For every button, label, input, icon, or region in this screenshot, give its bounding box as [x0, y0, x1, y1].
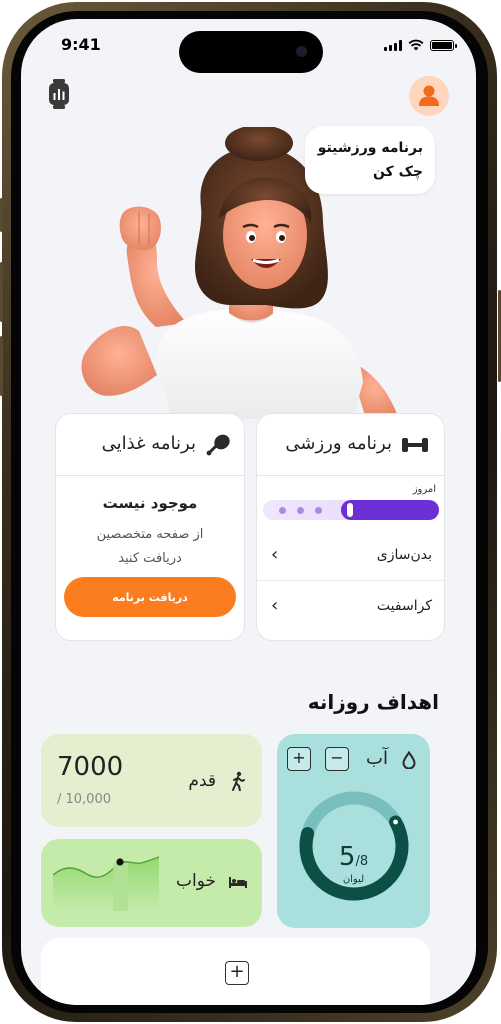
workout-card-title: برنامه ورزشی: [285, 433, 392, 454]
workout-item-label: کراسفیت: [376, 598, 432, 614]
chevron-left-icon: ‹: [271, 595, 279, 616]
user-icon: [419, 85, 439, 106]
sleep-label: خواب: [175, 871, 216, 891]
diet-status: موجود نیست: [102, 494, 198, 512]
water-label: آب: [366, 748, 388, 769]
workout-item-crossfit[interactable]: کراسفیت ‹: [257, 581, 444, 631]
water-current: 5: [338, 842, 356, 872]
get-plan-button[interactable]: دریافت برنامه: [64, 577, 236, 617]
slider-handle[interactable]: [347, 503, 353, 517]
water-total: /8: [355, 854, 369, 869]
chevron-left-icon: ‹: [271, 544, 279, 565]
sleep-chart: [53, 856, 159, 911]
add-goal-button[interactable]: +: [225, 961, 249, 985]
dynamic-island: [179, 31, 323, 73]
workout-item-label: بدن‌سازی: [376, 547, 432, 563]
diet-message-line1: از صفحه متخصصین: [96, 527, 204, 542]
water-minus-button[interactable]: −: [325, 747, 349, 771]
speech-line-2: چک کن: [372, 164, 423, 180]
water-card[interactable]: + − آب 5/8 لیوان: [277, 734, 430, 928]
daily-goals-title: اهداف روزانه: [307, 690, 439, 714]
workout-plan-card[interactable]: برنامه ورزشی امروز بدن‌سازی ‹ کراسفیت ‹: [256, 413, 445, 641]
diet-card-header: برنامه غذایی: [56, 414, 244, 476]
add-goal-card[interactable]: +: [41, 938, 430, 1005]
diet-message-line2: دریافت کنید: [118, 551, 182, 566]
water-plus-button[interactable]: +: [287, 747, 311, 771]
workout-card-header: برنامه ورزشی: [257, 414, 444, 476]
speech-line-1: برنامه ورزشیتو: [317, 140, 423, 156]
status-icons: [384, 39, 457, 51]
steps-goal: / 10,000: [57, 792, 111, 807]
side-button: [0, 198, 3, 232]
bed-icon: [229, 877, 247, 888]
today-progress-slider[interactable]: [263, 500, 439, 520]
water-unit: لیوان: [342, 874, 365, 885]
status-time: 9:41: [61, 35, 101, 54]
wifi-icon: [408, 39, 424, 51]
side-button: [0, 262, 3, 322]
steps-value: 7000: [57, 752, 124, 782]
signal-icon: [384, 39, 402, 51]
steps-label: قدم: [188, 771, 216, 791]
today-label: امروز: [412, 484, 436, 495]
smartwatch-icon[interactable]: [48, 79, 70, 113]
diet-card-title: برنامه غذایی: [101, 433, 196, 454]
sleep-card[interactable]: خواب: [41, 839, 262, 927]
walking-icon: [232, 771, 245, 791]
water-counter: 5/8: [277, 842, 430, 872]
diet-plan-card[interactable]: برنامه غذایی موجود نیست از صفحه متخصصین …: [55, 413, 245, 641]
dumbbell-icon: [402, 438, 428, 452]
workout-item-bodybuilding[interactable]: بدن‌سازی ‹: [257, 530, 444, 581]
side-button: [0, 336, 3, 396]
water-drop-icon: [402, 751, 416, 769]
steps-card[interactable]: 7000 / 10,000 قدم: [41, 734, 262, 827]
camera-icon: [296, 46, 307, 57]
drumstick-icon: [206, 434, 230, 456]
battery-icon: [430, 39, 457, 51]
app-screen: 9:41 برنامه ورزشیتو چک کن برنامه ورزشی ا…: [21, 19, 476, 1005]
speech-bubble: برنامه ورزشیتو چک کن: [305, 126, 435, 194]
profile-avatar[interactable]: [409, 76, 449, 116]
